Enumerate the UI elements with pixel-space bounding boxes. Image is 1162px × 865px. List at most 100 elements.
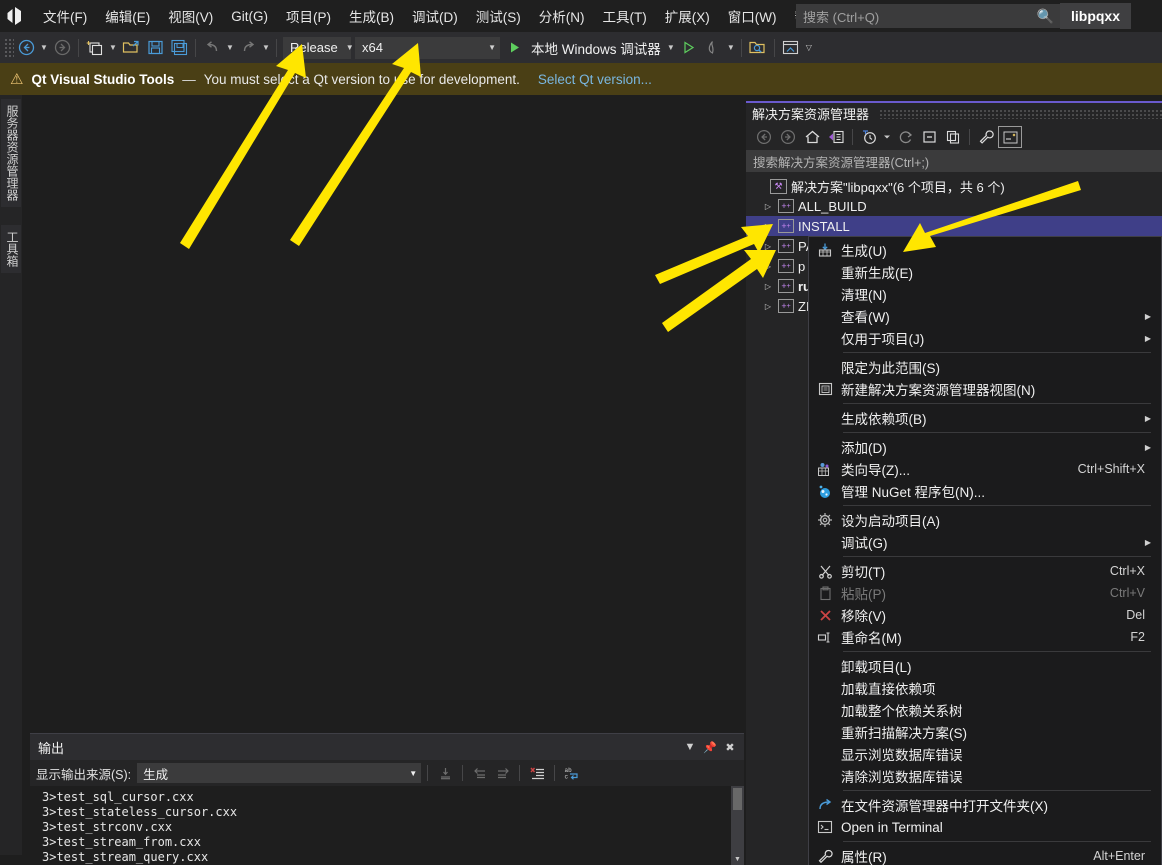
menu-item-analyze[interactable]: 分析(N) bbox=[530, 4, 594, 28]
context-menu-item-view[interactable]: 查看(W) ▶ bbox=[809, 305, 1161, 327]
wrench-icon bbox=[809, 845, 841, 865]
home-window-layout-icon[interactable] bbox=[779, 36, 803, 60]
menu-item-project[interactable]: 项目(P) bbox=[277, 4, 340, 28]
context-menu-item-rescan-solution[interactable]: 重新扫描解决方案(S) bbox=[809, 721, 1161, 743]
start-debugging-play-icon[interactable] bbox=[502, 36, 526, 60]
menu-item-file[interactable]: 文件(F) bbox=[34, 4, 96, 28]
context-menu-item-new-solution-explorer-view[interactable]: 新建解决方案资源管理器视图(N) bbox=[809, 378, 1161, 400]
menu-item-tools[interactable]: 工具(T) bbox=[594, 4, 656, 28]
context-menu-item-remove[interactable]: 移除(V) Del bbox=[809, 604, 1161, 626]
cpp-project-icon: + + bbox=[778, 199, 794, 213]
tree-expander[interactable]: ▷ bbox=[760, 262, 776, 271]
menu-item-test[interactable]: 测试(S) bbox=[467, 4, 530, 28]
chevron-down-icon[interactable] bbox=[881, 126, 893, 148]
tree-expander[interactable]: ▷ bbox=[760, 202, 776, 211]
solution-platform-combo[interactable]: x64 ▼ bbox=[355, 36, 500, 59]
sync-with-active-document-icon[interactable] bbox=[824, 126, 848, 148]
home-icon[interactable] bbox=[800, 126, 824, 148]
context-menu-accelerator: Alt+Enter bbox=[1093, 849, 1145, 863]
qt-bar-title: Qt Visual Studio Tools bbox=[31, 71, 175, 87]
new-project-icon[interactable] bbox=[83, 36, 107, 60]
context-menu-item-show-browse-db-errors[interactable]: 显示浏览数据库错误 bbox=[809, 743, 1161, 765]
open-folder-arrow-icon bbox=[809, 794, 841, 816]
context-menu-item-set-as-startup-project[interactable]: 设为启动项目(A) bbox=[809, 509, 1161, 531]
context-menu-item-clean[interactable]: 清理(N) bbox=[809, 283, 1161, 305]
toolbar-grip[interactable] bbox=[4, 37, 14, 58]
menu-item-git[interactable]: Git(G) bbox=[222, 4, 277, 28]
context-menu-item-load-direct-dependencies[interactable]: 加载直接依赖项 bbox=[809, 677, 1161, 699]
output-source-combo[interactable]: 生成 ▼ bbox=[137, 763, 422, 783]
menu-item-edit[interactable]: 编辑(E) bbox=[96, 4, 159, 28]
save-all-icon[interactable] bbox=[167, 36, 191, 60]
context-menu-item-rebuild[interactable]: 重新生成(E) bbox=[809, 261, 1161, 283]
sidebar-tab-toolbox[interactable]: 工具箱 bbox=[1, 225, 21, 273]
output-text-area[interactable]: 3>test_sql_cursor.cxx 3>test_stateless_c… bbox=[30, 786, 744, 865]
tree-expander[interactable]: ▷ bbox=[760, 302, 776, 311]
scrollbar-thumb[interactable] bbox=[733, 788, 742, 810]
menu-item-build[interactable]: 生成(B) bbox=[340, 4, 403, 28]
sidebar-tab-server-explorer[interactable]: 服务器资源管理器 bbox=[1, 99, 21, 207]
context-menu-item-manage-nuget[interactable]: 管理 NuGet 程序包(N)... bbox=[809, 480, 1161, 502]
context-menu-item-class-wizard[interactable]: 类向导(Z)... Ctrl+Shift+X bbox=[809, 458, 1161, 480]
tree-row-solution[interactable]: ⚒ 解决方案"libpqxx"(6 个项目，共 6 个) bbox=[746, 176, 1162, 196]
output-toolbar-separator-3 bbox=[519, 765, 521, 781]
context-menu-item-build-dependencies[interactable]: 生成依赖项(B) ▶ bbox=[809, 407, 1161, 429]
pending-changes-filter-icon[interactable] bbox=[857, 126, 881, 148]
context-menu-item-clear-browse-db-errors[interactable]: 清除浏览数据库错误 bbox=[809, 765, 1161, 787]
output-toolbar-separator-2 bbox=[462, 765, 464, 781]
tree-expander[interactable]: ▷ bbox=[760, 282, 776, 291]
solution-configuration-combo[interactable]: Release ▼ bbox=[283, 36, 354, 59]
context-menu-item-open-in-terminal[interactable]: Open in Terminal bbox=[809, 816, 1161, 838]
collapse-all-icon[interactable] bbox=[917, 126, 941, 148]
debug-target-dropdown-icon[interactable]: ▼ bbox=[665, 36, 677, 60]
navigate-backward-icon[interactable] bbox=[14, 36, 38, 60]
toolbar-overflow-icon[interactable]: ▽ bbox=[803, 36, 815, 60]
refresh-icon[interactable] bbox=[893, 126, 917, 148]
output-pin-icon[interactable]: 📌 bbox=[700, 737, 720, 757]
context-menu-item-unload-project[interactable]: 卸载项目(L) bbox=[809, 655, 1161, 677]
menu-divider bbox=[843, 403, 1151, 404]
context-menu-item-load-entire-dependency-tree[interactable]: 加载整个依赖关系树 bbox=[809, 699, 1161, 721]
context-menu-item-open-folder-in-file-explorer[interactable]: 在文件资源管理器中打开文件夹(X) bbox=[809, 794, 1161, 816]
context-menu-item-scope-to-this[interactable]: 限定为此范围(S) bbox=[809, 356, 1161, 378]
context-menu-item-debug[interactable]: 调试(G) ▶ bbox=[809, 531, 1161, 553]
menu-item-debug[interactable]: 调试(D) bbox=[403, 4, 467, 28]
search-solution-folder-icon[interactable] bbox=[746, 36, 770, 60]
output-dropdown-icon[interactable]: ▼ bbox=[680, 737, 700, 757]
navigate-backward-dropdown-icon[interactable]: ▼ bbox=[38, 36, 50, 60]
show-all-files-icon[interactable] bbox=[941, 126, 965, 148]
context-menu-item-build[interactable]: 生成(U) bbox=[809, 239, 1161, 261]
global-search-input[interactable]: 搜索 (Ctrl+Q) 🔍 bbox=[796, 4, 1061, 28]
project-context-menu: 生成(U) 重新生成(E) 清理(N) 查看(W) ▶ 仅用于项目(J) ▶ 限… bbox=[808, 236, 1162, 865]
debug-target-label[interactable]: 本地 Windows 调试器 bbox=[526, 38, 665, 58]
clear-all-icon[interactable] bbox=[526, 763, 548, 783]
output-close-icon[interactable]: ✖ bbox=[720, 737, 740, 757]
properties-wrench-icon[interactable] bbox=[974, 126, 998, 148]
context-menu-label: 卸载项目(L) bbox=[841, 660, 912, 675]
scroll-down-arrow-icon[interactable]: ▼ bbox=[731, 853, 744, 865]
open-file-icon[interactable] bbox=[119, 36, 143, 60]
context-menu-item-properties[interactable]: 属性(R) Alt+Enter bbox=[809, 845, 1161, 865]
context-menu-item-cut[interactable]: 剪切(T) Ctrl+X bbox=[809, 560, 1161, 582]
start-without-debugging-icon[interactable] bbox=[677, 36, 701, 60]
menu-item-view[interactable]: 视图(V) bbox=[159, 4, 222, 28]
save-icon[interactable] bbox=[143, 36, 167, 60]
no-icon bbox=[809, 655, 841, 677]
tree-expander[interactable]: ▷ bbox=[760, 222, 776, 231]
tree-row-install[interactable]: ▷ + + INSTALL bbox=[746, 216, 1162, 236]
toggle-word-wrap-icon[interactable]: ab c bbox=[561, 763, 583, 783]
preview-selected-items-icon[interactable] bbox=[998, 126, 1022, 148]
titlebar-drag-dots[interactable] bbox=[879, 108, 1162, 119]
solution-explorer-search-input[interactable]: 搜索解决方案资源管理器(Ctrl+;) bbox=[746, 150, 1162, 172]
menu-item-window[interactable]: 窗口(W) bbox=[719, 4, 786, 28]
new-project-dropdown-icon[interactable]: ▼ bbox=[107, 36, 119, 60]
menu-item-extensions[interactable]: 扩展(X) bbox=[656, 4, 719, 28]
tree-row-all-build[interactable]: ▷ + + ALL_BUILD bbox=[746, 196, 1162, 216]
tree-expander[interactable]: ▷ bbox=[760, 242, 776, 251]
context-menu-item-rename[interactable]: 重命名(M) F2 bbox=[809, 626, 1161, 648]
context-menu-item-add[interactable]: 添加(D) ▶ bbox=[809, 436, 1161, 458]
output-vertical-scrollbar[interactable]: ▲ ▼ bbox=[731, 786, 744, 865]
select-qt-version-link[interactable]: Select Qt version... bbox=[538, 72, 652, 87]
menu-divider bbox=[843, 432, 1151, 433]
context-menu-item-project-only[interactable]: 仅用于项目(J) ▶ bbox=[809, 327, 1161, 349]
